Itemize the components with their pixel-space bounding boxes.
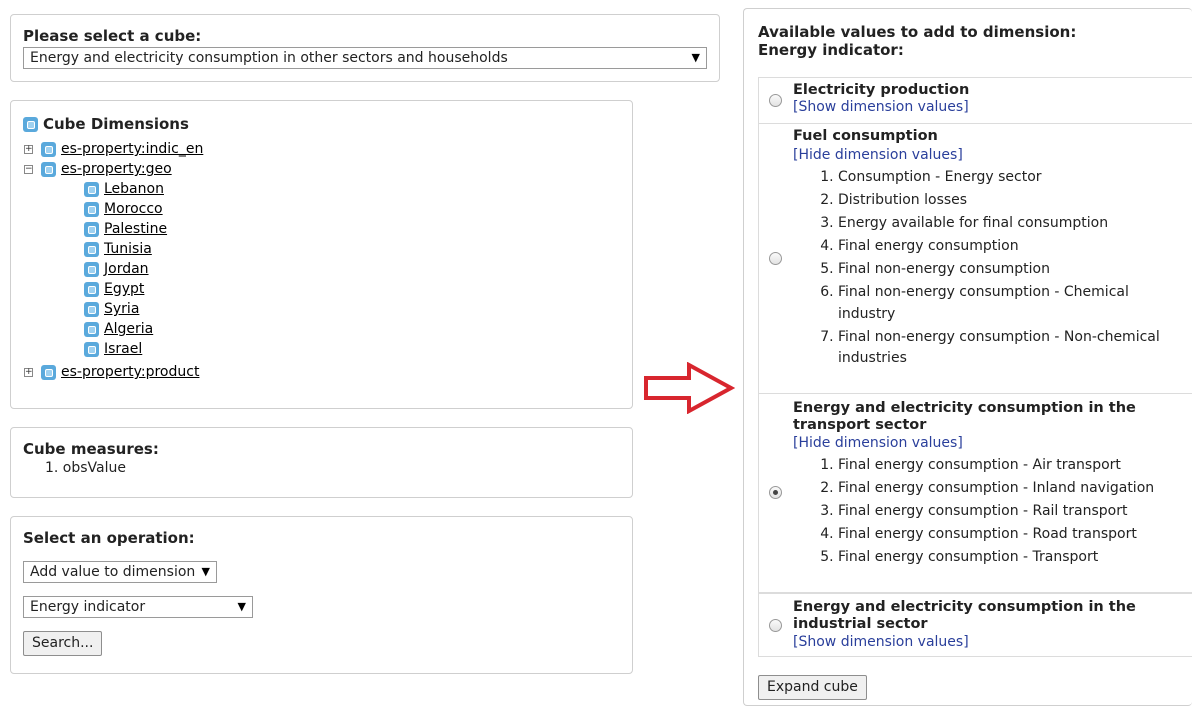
tree-item-product[interactable]: + es-property:product (23, 362, 620, 382)
available-values-panel: Available values to add to dimension: En… (743, 8, 1192, 706)
dimension-values-list: Final energy consumption - Air transport… (793, 455, 1183, 570)
tree-leaf-palestine[interactable]: Palestine (23, 219, 620, 239)
show-values-link[interactable]: [Show dimension values] (793, 634, 969, 650)
dropdown-arrow-icon: ▼ (691, 51, 700, 64)
cube-select-title: Please select a cube: (23, 27, 202, 45)
tree-item-label[interactable]: es-property:geo (61, 159, 172, 179)
option-name: Energy and electricity consumption in th… (793, 599, 1136, 632)
dimension-value-item: Energy available for final consumption (838, 213, 1183, 235)
option-transport-sector[interactable]: Energy and electricity consumption in th… (758, 393, 1192, 593)
option-electricity-production[interactable]: Electricity production [Show dimension v… (758, 77, 1192, 127)
expand-icon[interactable]: + (24, 367, 33, 377)
cube-dimensions-panel: Cube Dimensions + es-property:indic_en −… (10, 100, 633, 409)
option-radio[interactable] (769, 94, 782, 107)
dimension-value-item: Final non-energy consumption - Non-chemi… (838, 327, 1183, 370)
right-arrow-icon (644, 362, 735, 414)
cube-icon (84, 301, 99, 317)
dropdown-arrow-icon: ▼ (201, 565, 210, 578)
measure-item: 1. obsValue (45, 460, 126, 476)
dimension-value-item: Final energy consumption - Transport (838, 547, 1183, 569)
available-values-title: Available values to add to dimension: En… (758, 23, 1077, 59)
dimension-value-item: Final energy consumption - Rail transpor… (838, 501, 1183, 523)
option-name: Energy and electricity consumption in th… (793, 400, 1136, 433)
option-radio[interactable] (769, 486, 782, 499)
dimension-values-list: Consumption - Energy sectorDistribution … (793, 167, 1183, 371)
cube-icon (84, 201, 99, 217)
dimension-value-item: Final non-energy consumption - Chemical … (838, 282, 1183, 325)
cube-icon (84, 261, 99, 277)
dimension-value-item: Final non-energy consumption (838, 259, 1183, 281)
operation-panel: Select an operation: Add value to dimens… (10, 516, 633, 674)
tree-leaf-label[interactable]: Israel (104, 339, 142, 359)
dropdown-arrow-icon: ▼ (237, 600, 246, 613)
operation-select-value: Add value to dimension (30, 564, 196, 580)
dimension-select-value: Energy indicator (30, 599, 146, 615)
cube-dimensions-title: Cube Dimensions (23, 115, 620, 133)
tree-leaf-syria[interactable]: Syria (23, 299, 620, 319)
cube-select-dropdown[interactable]: Energy and electricity consumption in ot… (23, 47, 707, 69)
tree-leaf-label[interactable]: Algeria (104, 319, 153, 339)
tree-leaf-label[interactable]: Tunisia (104, 239, 152, 259)
tree-item-label[interactable]: es-property:indic_en (61, 139, 203, 159)
show-values-link[interactable]: [Show dimension values] (793, 99, 969, 115)
cube-icon (84, 281, 99, 297)
cube-icon (41, 141, 56, 157)
option-radio[interactable] (769, 619, 782, 632)
cube-icon (41, 364, 56, 380)
option-name: Electricity production (793, 82, 970, 98)
expand-icon[interactable]: + (24, 144, 33, 154)
cube-icon (23, 116, 38, 132)
cube-icon (84, 221, 99, 237)
tree-item-geo[interactable]: − es-property:geo (23, 159, 620, 179)
operation-title: Select an operation: (23, 529, 195, 547)
cube-measures-panel: Cube measures: 1. obsValue (10, 427, 633, 498)
tree-leaf-algeria[interactable]: Algeria (23, 319, 620, 339)
option-fuel-consumption[interactable]: Fuel consumption [Hide dimension values]… (758, 123, 1192, 397)
dimension-value-item: Final energy consumption - Inland naviga… (838, 478, 1183, 500)
tree-leaf-label[interactable]: Egypt (104, 279, 144, 299)
cube-icon (84, 181, 99, 197)
cube-measures-title: Cube measures: (23, 440, 159, 458)
tree-leaf-label[interactable]: Morocco (104, 199, 163, 219)
dimension-value-item: Final energy consumption (838, 236, 1183, 258)
dimension-select[interactable]: Energy indicator ▼ (23, 596, 253, 618)
tree-leaf-morocco[interactable]: Morocco (23, 199, 620, 219)
operation-select[interactable]: Add value to dimension ▼ (23, 561, 217, 583)
tree-leaf-label[interactable]: Syria (104, 299, 139, 319)
tree-leaf-label[interactable]: Jordan (104, 259, 149, 279)
tree-leaf-egypt[interactable]: Egypt (23, 279, 620, 299)
cube-icon (41, 161, 56, 177)
tree-item-label[interactable]: es-property:product (61, 362, 199, 382)
cube-icon (84, 321, 99, 337)
tree-item-indic-en[interactable]: + es-property:indic_en (23, 139, 620, 159)
dimension-value-item: Final energy consumption - Air transport (838, 455, 1183, 477)
option-industrial-sector[interactable]: Energy and electricity consumption in th… (758, 593, 1192, 657)
dimension-value-item: Final energy consumption - Road transpor… (838, 524, 1183, 546)
cube-icon (84, 241, 99, 257)
cube-select-value: Energy and electricity consumption in ot… (30, 50, 508, 66)
dimension-value-item: Distribution losses (838, 190, 1183, 212)
hide-values-link[interactable]: [Hide dimension values] (793, 435, 963, 451)
tree-leaf-lebanon[interactable]: Lebanon (23, 179, 620, 199)
expand-cube-button[interactable]: Expand cube (758, 675, 867, 700)
search-button[interactable]: Search... (23, 631, 103, 656)
tree-leaf-israel[interactable]: Israel (23, 339, 620, 359)
tree-leaf-jordan[interactable]: Jordan (23, 259, 620, 279)
option-radio[interactable] (769, 252, 782, 265)
hide-values-link[interactable]: [Hide dimension values] (793, 147, 963, 163)
cube-icon (84, 341, 99, 357)
tree-leaf-tunisia[interactable]: Tunisia (23, 239, 620, 259)
cube-select-panel: Please select a cube: Energy and electri… (10, 14, 720, 82)
tree-leaf-label[interactable]: Lebanon (104, 179, 164, 199)
option-name: Fuel consumption (793, 128, 938, 144)
tree-leaf-label[interactable]: Palestine (104, 219, 167, 239)
dimension-value-item: Consumption - Energy sector (838, 167, 1183, 189)
collapse-icon[interactable]: − (24, 164, 33, 174)
